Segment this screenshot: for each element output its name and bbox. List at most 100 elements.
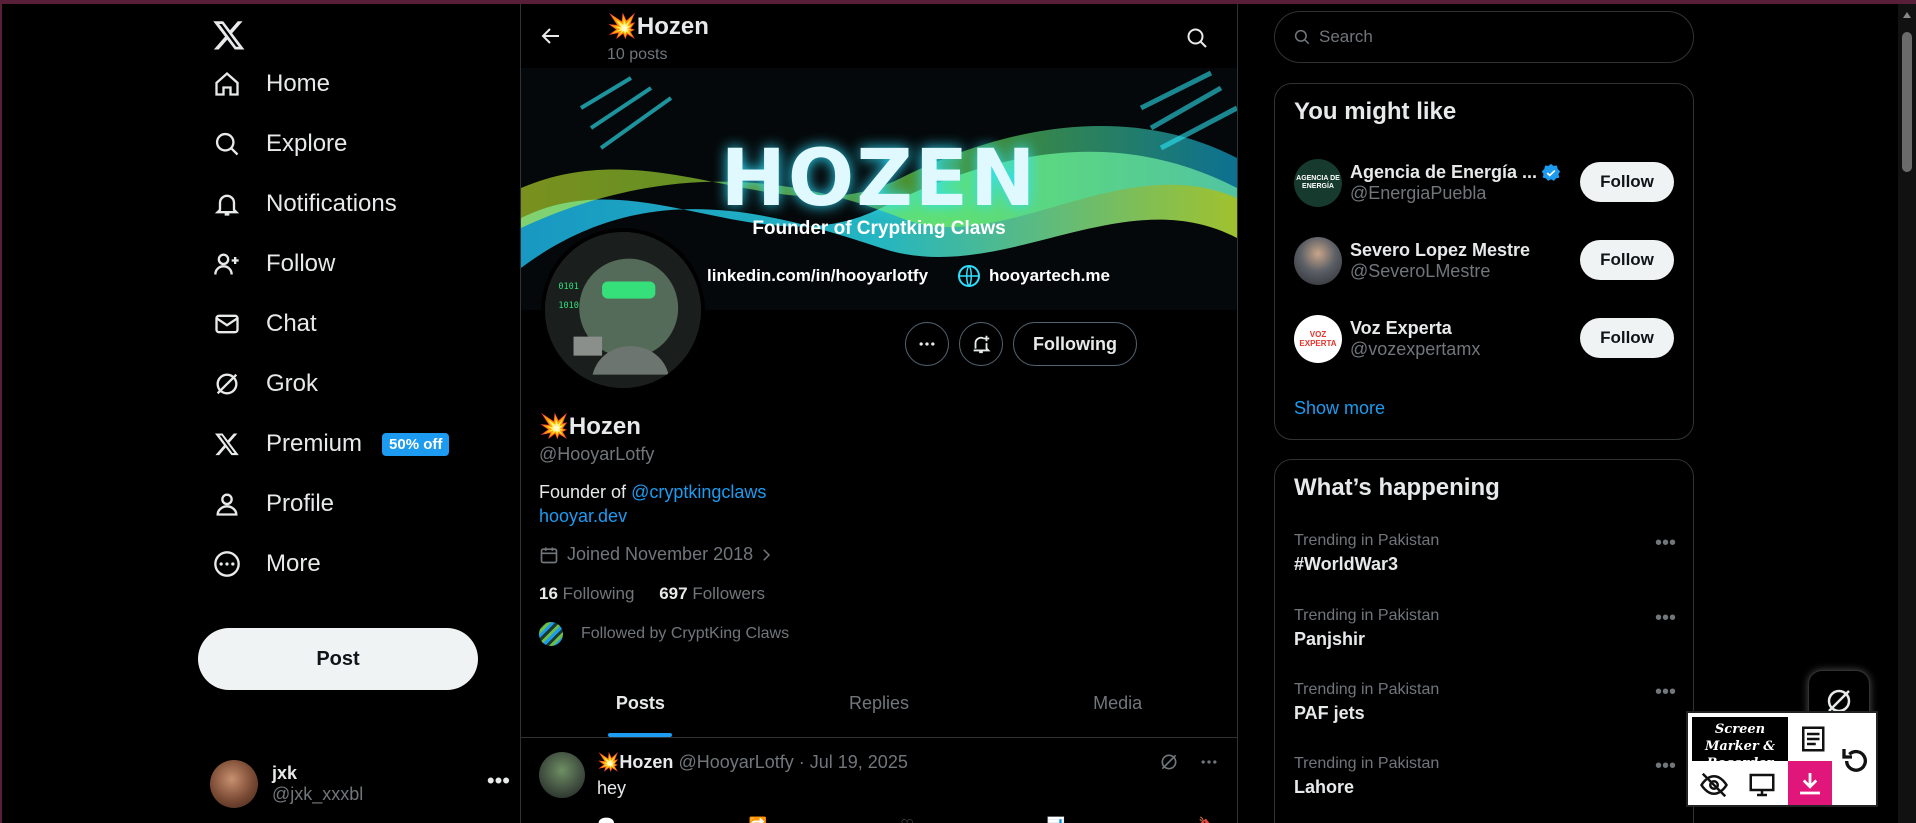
premium-discount-badge: 50% off xyxy=(382,432,450,456)
tweet[interactable]: 💥Hozen @HooyarLotfy · Jul 19, 2025 hey 💬… xyxy=(521,738,1237,823)
follow-button[interactable]: Follow xyxy=(1580,318,1674,358)
followers-count-link[interactable]: 697 Followers xyxy=(659,584,765,603)
tab-posts[interactable]: Posts xyxy=(521,670,760,737)
window-left-border xyxy=(0,0,2,823)
nav-profile[interactable]: Profile xyxy=(212,478,334,530)
nav-profile-label: Profile xyxy=(266,490,335,517)
grok-icon[interactable] xyxy=(1159,752,1179,772)
notes-icon[interactable] xyxy=(1790,717,1834,761)
profile-handle: @HooyarLotfy xyxy=(539,444,655,464)
nav-grok[interactable]: Grok xyxy=(212,358,318,410)
calendar-icon xyxy=(540,547,558,563)
account-name: jxk xyxy=(272,763,298,783)
monitor-icon[interactable] xyxy=(1740,763,1784,807)
views-icon[interactable]: 📊 xyxy=(1047,816,1066,823)
tweet-text: hey xyxy=(597,778,627,798)
tweet-author-name[interactable]: Hozen xyxy=(619,752,673,772)
more-dots-icon[interactable]: ••• xyxy=(487,768,510,794)
more-dots-icon[interactable]: ••• xyxy=(1655,532,1676,555)
suggestion-item[interactable]: AGENCIA DE ENERGÍA Agencia de Energía ..… xyxy=(1294,154,1674,212)
follow-button[interactable]: Follow xyxy=(1580,240,1674,280)
trend-item[interactable]: Trending in Pakistan Lahore ••• xyxy=(1294,755,1676,815)
followed-by[interactable]: Followed by CryptKing Claws xyxy=(539,622,789,646)
account-switcher[interactable]: jxk @jxk_xxxbl ••• xyxy=(210,754,510,814)
profile-stats: 16 Following 697 Followers xyxy=(539,584,765,604)
ellipsis-icon xyxy=(919,342,935,346)
profile-header-bar: 💥Hozen 10 posts xyxy=(521,4,1237,68)
explosion-emoji-icon: 💥 xyxy=(597,752,620,772)
nav-notifications[interactable]: Notifications xyxy=(212,178,397,230)
nav-follow[interactable]: Follow xyxy=(212,238,335,290)
like-icon[interactable]: ♡ xyxy=(900,816,913,823)
show-more-link[interactable]: Show more xyxy=(1294,398,1385,419)
chevron-right-icon xyxy=(763,548,771,561)
search-icon[interactable] xyxy=(1185,26,1209,50)
bio-mention-link[interactable]: @cryptkingclaws xyxy=(631,482,766,502)
notify-button[interactable] xyxy=(959,322,1003,366)
post-button[interactable]: Post xyxy=(198,628,478,690)
nav-chat[interactable]: Chat xyxy=(212,298,317,350)
avatar: AGENCIA DE ENERGÍA xyxy=(1294,159,1342,207)
more-circle-icon xyxy=(212,549,242,579)
avatar xyxy=(1294,237,1342,285)
right-sidebar: You might like AGENCIA DE ENERGÍA Agenci… xyxy=(1274,4,1696,823)
explosion-emoji-icon: 💥 xyxy=(607,13,637,40)
tab-replies[interactable]: Replies xyxy=(760,670,999,737)
trend-item[interactable]: Trending in Pakistan #WorldWar3 ••• xyxy=(1294,532,1676,592)
banner-website-text: hooyartech.me xyxy=(989,266,1110,285)
nav-grok-label: Grok xyxy=(266,370,319,397)
more-dots-icon[interactable]: ••• xyxy=(1655,755,1676,778)
left-navigation: Home Explore Notifications Follow Chat G… xyxy=(196,4,520,823)
scrollbar-thumb[interactable] xyxy=(1902,32,1912,172)
profile-joined-date[interactable]: Joined November 2018 xyxy=(539,544,775,565)
profile-website-link[interactable]: hooyar.dev xyxy=(539,506,627,527)
following-button[interactable]: Following xyxy=(1013,322,1137,366)
nav-explore-label: Explore xyxy=(266,130,348,157)
avatar[interactable] xyxy=(539,752,585,798)
following-count-link[interactable]: 16 Following xyxy=(539,584,634,603)
nav-more[interactable]: More xyxy=(212,538,321,590)
tweet-author-handle[interactable]: @HooyarLotfy xyxy=(678,752,793,772)
hide-eye-icon[interactable] xyxy=(1692,763,1736,807)
ellipsis-icon[interactable] xyxy=(1199,752,1219,772)
search-box[interactable] xyxy=(1274,11,1694,63)
tweet-actions: 💬 🔁 ♡ 📊 🔖 xyxy=(597,816,1217,823)
page-scrollbar[interactable] xyxy=(1898,4,1916,823)
bookmark-icon[interactable]: 🔖 xyxy=(1198,816,1217,823)
tweet-date[interactable]: Jul 19, 2025 xyxy=(810,752,908,772)
svg-text:1010: 1010 xyxy=(558,301,579,311)
more-dots-icon[interactable]: ••• xyxy=(1655,607,1676,630)
nav-home-label: Home xyxy=(266,70,331,97)
you-might-like-title: You might like xyxy=(1294,98,1457,125)
suggestion-item[interactable]: VOZ EXPERTA Voz Experta @vozexpertamx Fo… xyxy=(1294,310,1674,368)
account-handle: @jxk_xxxbl xyxy=(272,784,364,804)
suggestion-name: Severo Lopez Mestre xyxy=(1350,240,1531,260)
retweet-icon[interactable]: 🔁 xyxy=(749,816,768,823)
suggestion-handle: @SeveroLMestre xyxy=(1350,261,1491,281)
nav-premium-label: Premium xyxy=(266,430,363,457)
more-dots-icon[interactable]: ••• xyxy=(1655,681,1676,704)
verified-badge-icon xyxy=(1541,163,1561,181)
undo-icon[interactable] xyxy=(1834,739,1878,783)
nav-premium[interactable]: Premium 50% off xyxy=(212,418,450,470)
reply-icon[interactable]: 💬 xyxy=(597,816,616,823)
nav-follow-label: Follow xyxy=(266,250,336,277)
trend-item[interactable]: Trending in Pakistan PAF jets ••• xyxy=(1294,681,1676,741)
person-icon xyxy=(212,489,242,519)
profile-avatar[interactable]: 0101 1010 xyxy=(541,228,705,392)
recorder-title: Screen Marker & Recorder xyxy=(1692,717,1788,771)
follow-button[interactable]: Follow xyxy=(1580,162,1674,202)
nav-home[interactable]: Home xyxy=(212,58,330,110)
download-icon[interactable] xyxy=(1788,761,1832,805)
tab-media[interactable]: Media xyxy=(998,670,1237,737)
nav-explore[interactable]: Explore xyxy=(212,118,347,170)
more-options-button[interactable] xyxy=(905,322,949,366)
trend-item[interactable]: Trending in Pakistan Panjshir ••• xyxy=(1294,607,1676,667)
globe-icon xyxy=(957,264,981,293)
profile-tabs: Posts Replies Media xyxy=(521,670,1237,738)
search-input[interactable] xyxy=(1319,27,1659,47)
scroll-up-arrow-icon[interactable] xyxy=(1903,12,1911,18)
x-logo-icon[interactable] xyxy=(212,18,248,54)
back-arrow-icon[interactable] xyxy=(539,24,563,48)
suggestion-item[interactable]: Severo Lopez Mestre @SeveroLMestre Follo… xyxy=(1294,232,1674,290)
